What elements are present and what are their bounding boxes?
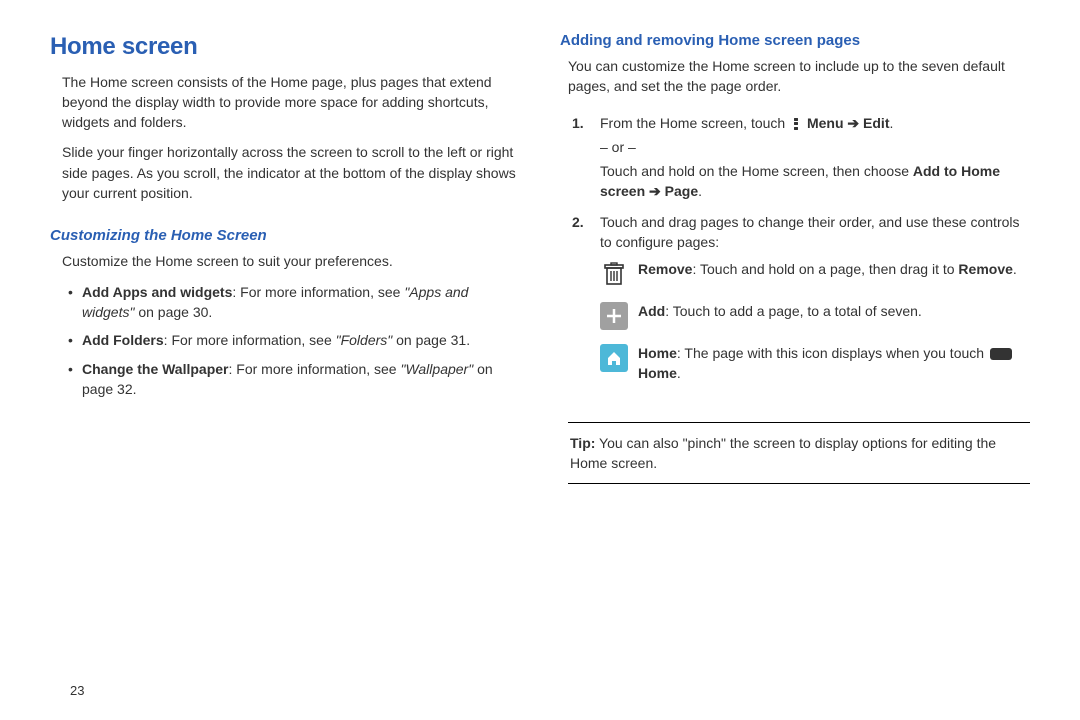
step-2: Touch and drag pages to change their ord… [572, 212, 1030, 384]
home-button-icon [990, 348, 1012, 360]
lead: Home [638, 345, 677, 361]
step1-post: . [890, 115, 894, 131]
arrow-icon: ➔ [844, 115, 864, 131]
bold-tail: Home [638, 365, 677, 381]
control-remove-text: Remove: Touch and hold on a page, then d… [638, 260, 1017, 280]
step1-menu: Menu [807, 115, 844, 131]
text: : Touch to add a page, to a total of sev… [665, 303, 922, 319]
step2-text: Touch and drag pages to change their ord… [600, 214, 1020, 250]
tip-text: You can also "pinch" the screen to displ… [570, 435, 996, 471]
page-number: 23 [70, 682, 84, 700]
bullet-add-folders: Add Folders: For more information, see "… [68, 330, 520, 350]
step1-or: – or – [600, 137, 1030, 157]
customize-options: Add Apps and widgets: For more informati… [50, 282, 520, 407]
bullet-change-wallpaper: Change the Wallpaper: For more informati… [68, 359, 520, 400]
control-remove: Remove: Touch and hold on a page, then d… [600, 260, 1030, 288]
bullet-tail: on page 30. [134, 304, 212, 320]
intro-para-1: The Home screen consists of the Home pag… [50, 72, 520, 133]
step1-edit: Edit [863, 115, 889, 131]
lead: Remove [638, 261, 692, 277]
control-home: Home: The page with this icon displays w… [600, 344, 1030, 383]
step1-alt-bold2: Page [665, 183, 698, 199]
step1-alt-post: . [698, 183, 702, 199]
plus-icon [600, 302, 628, 330]
control-add-text: Add: Touch to add a page, to a total of … [638, 302, 922, 322]
bullet-ref: "Folders" [336, 332, 393, 348]
step1-pre: From the Home screen, touch [600, 115, 789, 131]
post: . [677, 365, 681, 381]
bullet-mid: : For more information, see [164, 332, 336, 348]
step-1: From the Home screen, touch Menu ➔ Edit.… [572, 113, 1030, 202]
bullet-lead: Add Apps and widgets [82, 284, 232, 300]
page-title: Home screen [50, 30, 520, 64]
section-customizing: Customizing the Home Screen [50, 225, 520, 246]
arrow-icon: ➔ [645, 183, 665, 199]
bullet-ref: "Wallpaper" [400, 361, 473, 377]
tip-lead: Tip: [570, 435, 595, 451]
bold-tail: Remove [958, 261, 1012, 277]
customize-intro: Customize the Home screen to suit your p… [50, 251, 520, 271]
section-adding-removing: Adding and removing Home screen pages [560, 30, 1030, 51]
bullet-mid: : For more information, see [232, 284, 404, 300]
menu-icon [791, 117, 801, 131]
page-controls-list: Remove: Touch and hold on a page, then d… [600, 260, 1030, 383]
intro-para-2: Slide your finger horizontally across th… [50, 142, 520, 203]
tip-box: Tip: You can also "pinch" the screen to … [568, 422, 1030, 485]
manual-page: Home screen The Home screen consists of … [50, 30, 1030, 700]
post: . [1013, 261, 1017, 277]
bullet-lead: Change the Wallpaper [82, 361, 229, 377]
bullet-add-apps: Add Apps and widgets: For more informati… [68, 282, 520, 323]
trash-icon [600, 260, 628, 288]
lead: Add [638, 303, 665, 319]
right-column: Adding and removing Home screen pages Yo… [560, 30, 1030, 700]
step1-alt-pre: Touch and hold on the Home screen, then … [600, 163, 913, 179]
control-add: Add: Touch to add a page, to a total of … [600, 302, 1030, 330]
bullet-lead: Add Folders [82, 332, 164, 348]
mid: : Touch and hold on a page, then drag it… [692, 261, 958, 277]
left-column: Home screen The Home screen consists of … [50, 30, 520, 700]
bullet-mid: : For more information, see [229, 361, 401, 377]
adding-intro: You can customize the Home screen to inc… [560, 56, 1030, 97]
home-icon [600, 344, 628, 372]
mid: : The page with this icon displays when … [677, 345, 988, 361]
bullet-tail: on page 31. [392, 332, 470, 348]
control-home-text: Home: The page with this icon displays w… [638, 344, 1030, 383]
steps-list: From the Home screen, touch Menu ➔ Edit.… [560, 113, 1030, 398]
